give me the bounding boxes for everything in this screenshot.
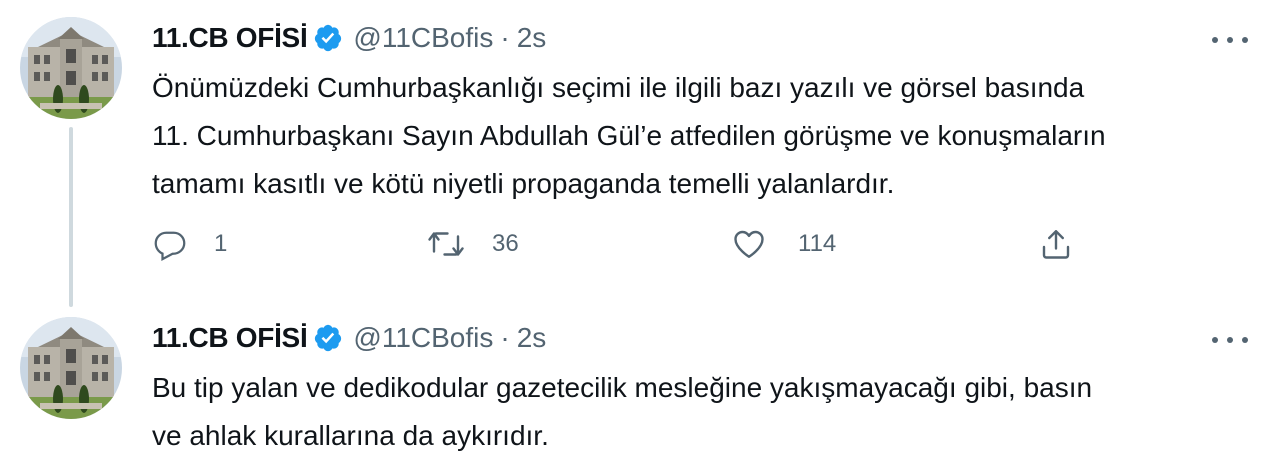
tweet-text-line: 11. Cumhurbaşkanı Sayın Abdullah Gül’e a… [152,120,1106,151]
reply-icon [154,231,186,262]
tweet-text-line: Bu tip yalan ve dedikodular gazetecilik … [152,372,1093,403]
thread-connector-line [69,127,73,307]
tweet-text-line: Önümüzdeki Cumhurbaşkanlığı seçimi ile i… [152,72,1085,103]
display-name[interactable]: 11.CB OFİSİ [152,318,308,358]
verified-badge-icon [313,23,343,53]
tweet-text: Bu tip yalan ve dedikodular gazetecilik … [152,364,1262,460]
tweet[interactable]: 11.CB OFİSİ @11CBofis · 2s Bu tip yalan … [0,300,1280,464]
tweet-header: 11.CB OFİSİ @11CBofis · 2s [152,318,546,358]
user-handle[interactable]: @11CBofis [353,318,493,358]
more-options-icon[interactable] [1212,36,1248,44]
tweet-header: 11.CB OFİSİ @11CBofis · 2s [152,18,546,58]
building-photo-avatar [20,17,122,119]
reply-count: 1 [214,230,228,257]
avatar[interactable] [20,317,122,419]
share-icon [1042,230,1070,259]
tweet-text: Önümüzdeki Cumhurbaşkanlığı seçimi ile i… [152,64,1262,208]
verified-badge-icon [313,323,343,353]
tweet-text-line: ve ahlak kurallarına da aykırıdır. [152,420,549,451]
user-handle[interactable]: @11CBofis [353,18,493,58]
heart-icon [734,230,764,258]
retweet-icon [428,232,464,256]
retweet-count: 36 [492,230,519,257]
like-count: 114 [798,230,837,257]
avatar[interactable] [20,17,122,119]
share-button[interactable] [1038,224,1074,264]
reply-button[interactable]: 1 [152,224,227,264]
timestamp[interactable]: 2s [517,318,547,358]
separator-dot: · [500,322,510,353]
more-options-icon[interactable] [1212,336,1248,344]
building-photo-avatar [20,317,122,419]
tweet[interactable]: 11.CB OFİSİ @11CBofis · 2s Önümüzdeki Cu… [0,0,1280,307]
retweet-button[interactable]: 36 [426,224,519,264]
display-name[interactable]: 11.CB OFİSİ [152,18,308,58]
tweet-text-line: tamamı kasıtlı ve kötü niyetli propagand… [152,168,895,199]
like-button[interactable]: 114 [730,224,836,264]
separator-dot: · [500,22,510,53]
tweet-actions: 1 36 114 [152,224,1272,264]
timestamp[interactable]: 2s [517,18,547,58]
